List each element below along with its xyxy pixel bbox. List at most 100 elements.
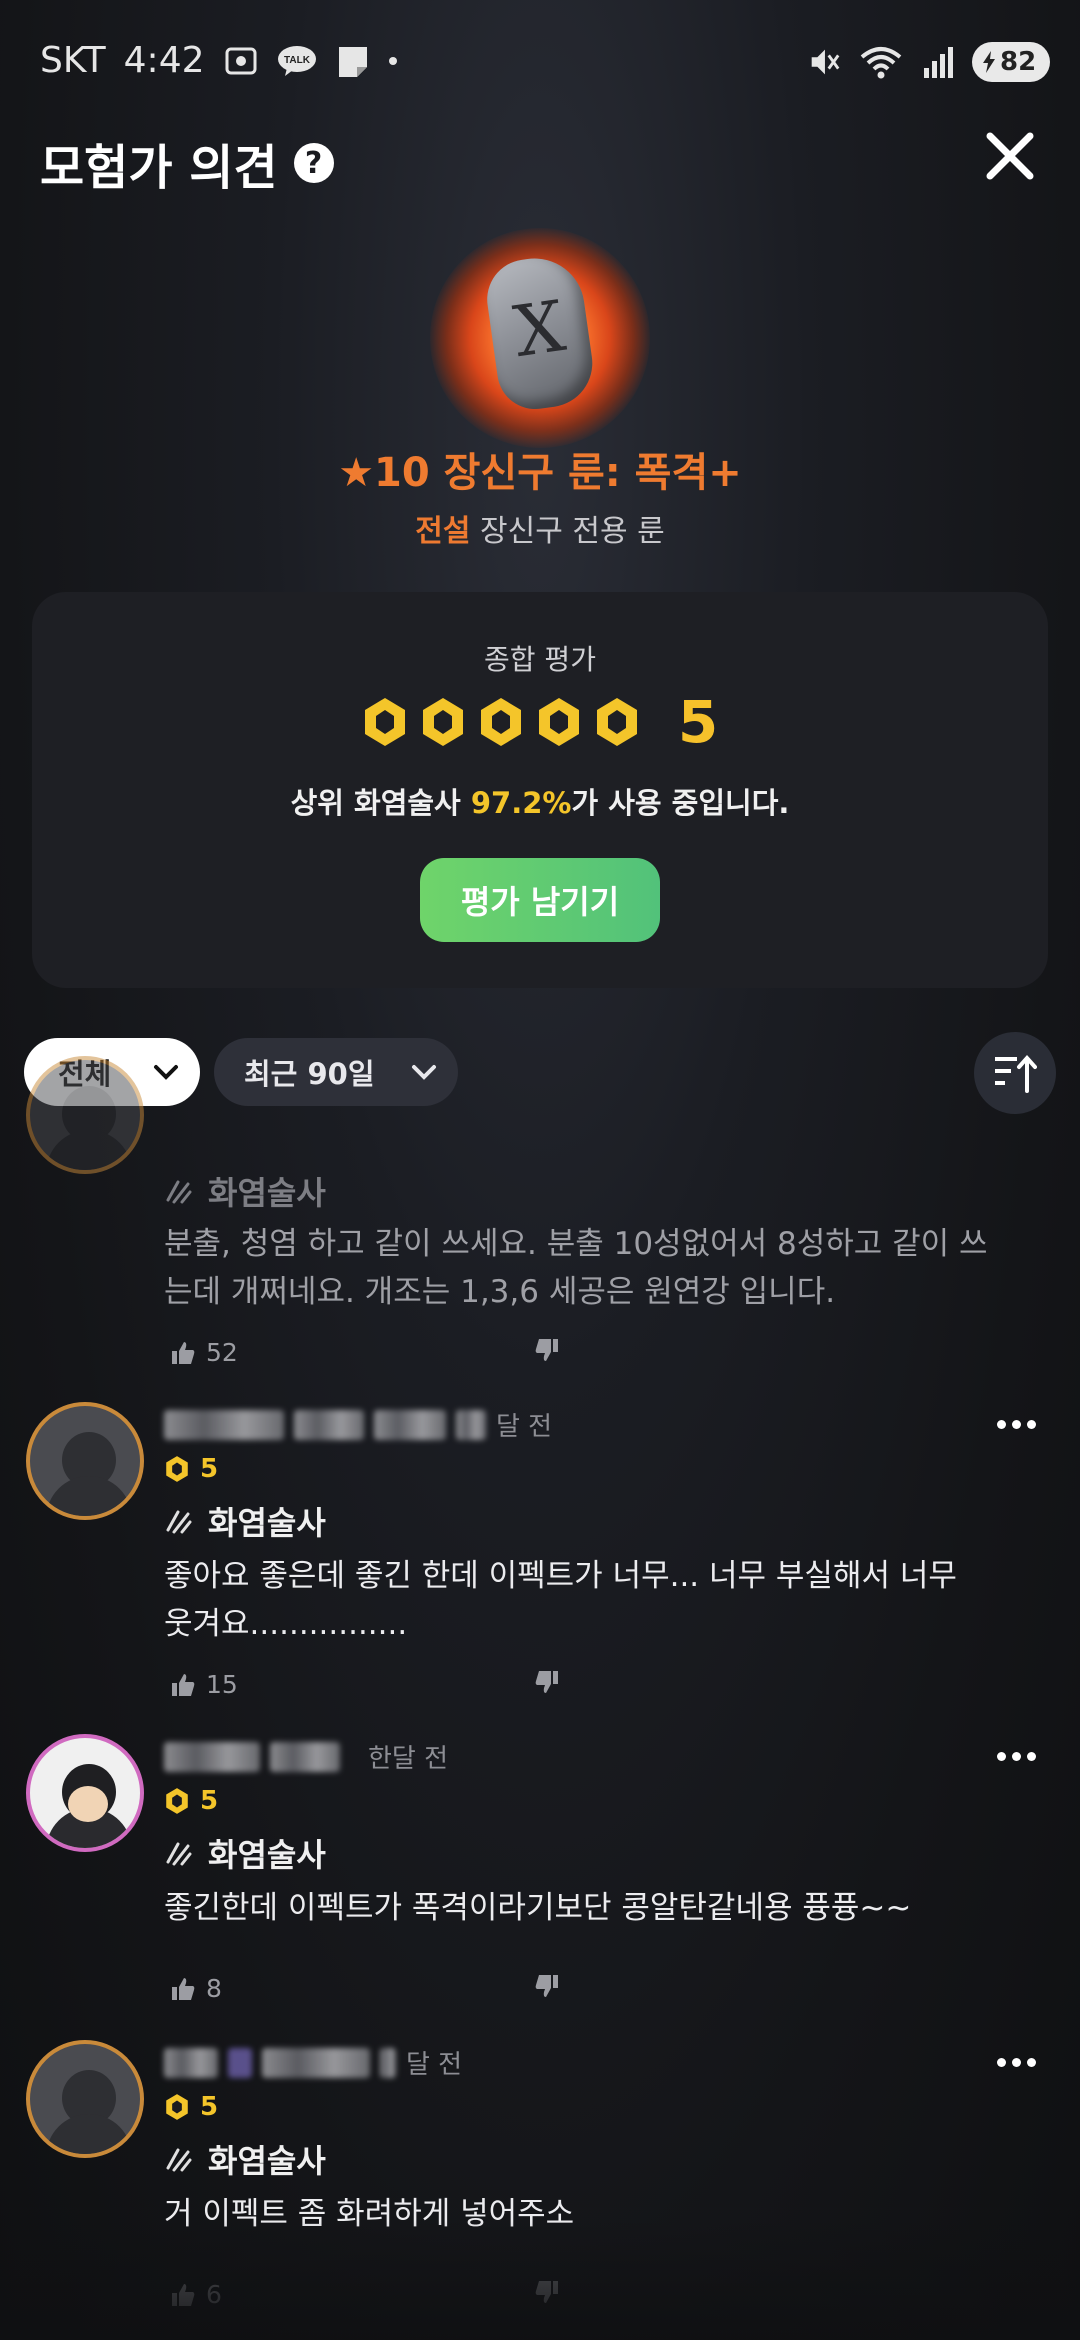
dot-icon [388, 56, 397, 65]
review-text: 분출, 청염 하고 같이 쓰세요. 분출 10성없어서 8성하고 같이 쓰는데 … [164, 1226, 988, 1310]
thumbs-up-icon [172, 1673, 195, 1696]
class-row: 화염술사 [164, 1498, 326, 1544]
chevron-down-icon [412, 1065, 436, 1080]
review-text: 좋아요 좋은데 좋긴 한데 이펙트가 너무... 너무 부실해서 너무 웃겨요.… [164, 1558, 957, 1642]
bottom-fade [0, 2220, 1080, 2340]
gem-icon [364, 698, 405, 746]
signal-icon [920, 44, 956, 80]
summary-rating: 5 [32, 688, 1048, 756]
review-time: 달 전 [406, 2050, 463, 2080]
like-button[interactable]: 8 [170, 1974, 222, 2003]
reaction-row: 15 [170, 1670, 558, 1699]
rune-image: X [430, 228, 650, 448]
wifi-icon [858, 44, 904, 80]
chevron-down-icon [154, 1065, 178, 1080]
review-rating: 5 [200, 2092, 219, 2122]
clock: 4:42 [123, 40, 205, 81]
filter-bar: 전체 최근 90일 [24, 1032, 1056, 1114]
rune-glyph: X [509, 284, 570, 374]
sort-icon [995, 1054, 1037, 1093]
page-title: 모험가 의견 [40, 140, 278, 196]
thumbs-down-icon [535, 1670, 558, 1693]
class-row: 화염술사 [164, 1830, 326, 1876]
usage-text: 상위 화염술사 97.2%가 사용 중입니다. [32, 780, 1048, 822]
review-time: 한달 전 [368, 1744, 449, 1774]
item-grade: 전설 [415, 514, 471, 549]
battery-level: 82 [1000, 47, 1037, 77]
class-icon [166, 1180, 192, 1204]
review-rating: 5 [200, 1786, 219, 1816]
sort-button[interactable] [974, 1032, 1056, 1114]
reaction-row: 52 [170, 1338, 558, 1367]
mute-icon [806, 44, 842, 80]
nickname-redacted [164, 2047, 218, 2078]
like-count: 8 [206, 1974, 222, 2003]
note-icon [335, 43, 371, 79]
carrier-label: SKT [40, 40, 106, 81]
class-name: 화염술사 [208, 1174, 326, 1212]
period-filter-label: 최근 90일 [244, 1057, 375, 1091]
gem-icon [480, 698, 521, 746]
gem-icon [166, 1788, 188, 1814]
avatar [26, 1734, 144, 1852]
like-count: 52 [206, 1338, 238, 1367]
class-name: 화염술사 [208, 1504, 326, 1542]
class-name: 화염술사 [208, 2142, 326, 2180]
status-bar: SKT 4:42 TALK 82 [0, 0, 1080, 120]
nickname-row: 한달 전 [164, 1738, 448, 1775]
summary-label: 종합 평가 [484, 643, 596, 676]
rating-row: 5 [164, 1454, 218, 1484]
dislike-button[interactable] [534, 1337, 560, 1369]
like-count: 15 [206, 1670, 238, 1699]
class-icon [166, 1510, 192, 1534]
nickname-redacted [164, 1741, 260, 1772]
dislike-button[interactable] [534, 1669, 560, 1701]
gem-icon [166, 2094, 188, 2120]
avatar [26, 2040, 144, 2158]
usage-percent: 97.2% [470, 786, 572, 820]
thumbs-up-icon [172, 1341, 195, 1364]
summary-card: 종합 평가 5 상위 화염술사 97.2%가 사용 중입니다. 평가 남기기 [32, 592, 1048, 988]
help-icon[interactable]: ? [293, 143, 334, 183]
item-subtitle: 전설 장신구 전용 룬 [0, 506, 1080, 550]
gem-icon [538, 698, 579, 746]
class-icon [166, 1842, 192, 1866]
more-options-button[interactable] [986, 2042, 1046, 2082]
rating-row: 5 [164, 2092, 218, 2122]
review-text: 좋긴한데 이펙트가 폭격이라기보단 콩알탄같네용 퓽퓽~~ [164, 1890, 912, 1926]
close-button[interactable] [980, 126, 1040, 186]
talk-icon: TALK [277, 43, 317, 79]
dislike-button[interactable] [534, 1973, 560, 2005]
class-row: 화염술사 [164, 1168, 326, 1214]
usage-suffix: 가 사용 중입니다. [571, 786, 790, 820]
avatar [26, 1402, 144, 1520]
gem-icon [166, 1456, 188, 1482]
gem-icon [596, 698, 637, 746]
item-type: 장신구 전용 룬 [480, 514, 665, 549]
more-options-button[interactable] [986, 1404, 1046, 1444]
svg-text:TALK: TALK [284, 55, 311, 66]
review-rating: 5 [200, 1454, 219, 1484]
class-name: 화염술사 [208, 1836, 326, 1874]
close-icon [986, 132, 1034, 180]
thumbs-down-icon [535, 1338, 558, 1361]
more-options-button[interactable] [986, 1736, 1046, 1776]
like-button[interactable]: 15 [170, 1670, 238, 1699]
nickname-redacted [164, 1409, 284, 1440]
rune-stone: X [482, 252, 598, 414]
period-filter[interactable]: 최근 90일 [214, 1038, 458, 1106]
review-time: 달 전 [496, 1412, 553, 1442]
screenshot-icon [223, 43, 259, 79]
class-icon [166, 2148, 192, 2172]
leave-review-button[interactable]: 평가 남기기 [420, 858, 660, 942]
bolt-icon [983, 51, 995, 73]
like-button[interactable]: 52 [170, 1338, 238, 1367]
rating-row: 5 [164, 1786, 218, 1816]
gem-icon [422, 698, 463, 746]
summary-score: 5 [677, 688, 719, 756]
nickname-row: 달 전 [164, 1406, 552, 1443]
header: 모험가 의견 ? [0, 120, 1080, 200]
nickname-row: 달 전 [164, 2044, 462, 2081]
thumbs-up-icon [172, 1977, 195, 2000]
battery-indicator: 82 [972, 42, 1050, 82]
